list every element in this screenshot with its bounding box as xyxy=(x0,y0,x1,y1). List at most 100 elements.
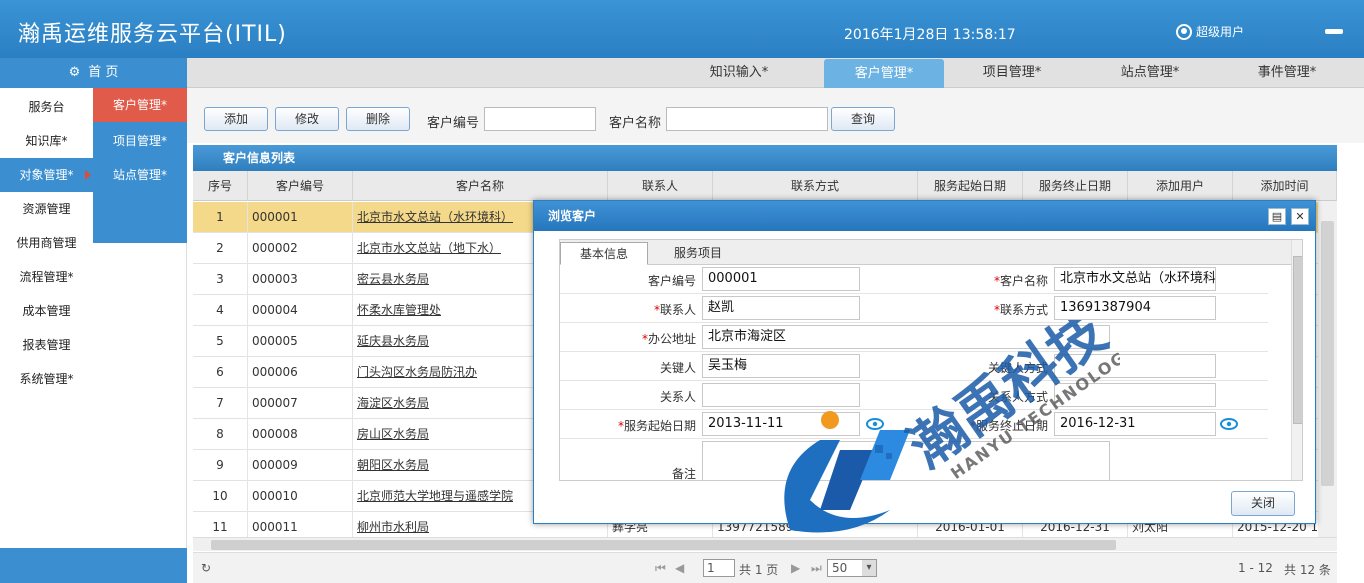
grid-vertical-scrollbar[interactable] xyxy=(1318,201,1337,537)
home-label: 首 页 xyxy=(88,65,119,80)
cell-index: 3 xyxy=(193,264,248,295)
relation-contact-field[interactable] xyxy=(1054,383,1216,407)
scroll-thumb[interactable] xyxy=(1321,221,1334,486)
minimize-icon[interactable] xyxy=(1325,29,1343,34)
last-page-icon[interactable]: ⏭ xyxy=(811,561,822,576)
cell-index: 6 xyxy=(193,357,248,388)
phone-field[interactable]: 13691387904 xyxy=(1054,296,1216,320)
col-header-phone[interactable]: 联系方式 xyxy=(713,171,918,201)
sidebar-item-resource[interactable]: 资源管理 xyxy=(0,192,93,226)
note-field[interactable] xyxy=(702,441,1110,480)
tab-knowledge-input[interactable]: 知识输入* xyxy=(684,58,794,88)
app-header: 瀚禹运维服务云平台(ITIL) 2016年1月28日 13:58:17 超级用户 xyxy=(0,0,1364,58)
cell-code: 000009 xyxy=(248,450,353,481)
customer-code-input[interactable] xyxy=(484,107,596,131)
page-input[interactable]: 1 xyxy=(703,559,735,577)
sidebar-item-process[interactable]: 流程管理* xyxy=(0,260,93,294)
tab-event-management[interactable]: 事件管理* xyxy=(1232,58,1342,88)
customer-code-label: 客户编号 xyxy=(427,116,480,131)
query-button[interactable]: 查询 xyxy=(831,107,895,131)
customer-name-input[interactable] xyxy=(666,107,828,131)
sidebar-item-object-management[interactable]: 对象管理* xyxy=(0,158,93,192)
header-datetime: 2016年1月28日 13:58:17 xyxy=(844,27,1016,43)
view-customer-dialog: 浏览客户 ▤ ✕ 基本信息 服务项目 客户编号 000001 *客户名称 北京市… xyxy=(533,200,1316,524)
sidebar-footer xyxy=(0,548,187,583)
eye-icon[interactable] xyxy=(866,418,884,430)
cell-code: 000007 xyxy=(248,388,353,419)
sidebar-item-report[interactable]: 报表管理 xyxy=(0,328,93,362)
scroll-thumb[interactable] xyxy=(1293,256,1302,424)
sidebar-item-knowledge[interactable]: 知识库* xyxy=(0,124,93,158)
form-row: 客户编号 000001 *客户名称 北京市水文总站（水环境科） xyxy=(560,265,1268,294)
page-range: 1 - 12 xyxy=(1238,561,1273,575)
subitem-project[interactable]: 项目管理* xyxy=(93,124,187,158)
prev-page-icon[interactable]: ◀ xyxy=(675,561,684,575)
page-total: 共 1 页 xyxy=(739,563,779,577)
col-header-start-date[interactable]: 服务起始日期 xyxy=(918,171,1023,201)
add-button[interactable]: 添加 xyxy=(204,107,268,131)
col-header-name[interactable]: 客户名称 xyxy=(353,171,608,201)
cell-code: 000006 xyxy=(248,357,353,388)
customer-name-label: 客户名称 xyxy=(609,116,662,131)
name-field[interactable]: 北京市水文总站（水环境科） xyxy=(1054,267,1216,291)
home-icon: ⚙ xyxy=(68,65,81,80)
cell-index: 4 xyxy=(193,295,248,326)
key-person-field[interactable]: 吴玉梅 xyxy=(702,354,860,378)
relation-field[interactable] xyxy=(702,383,860,407)
end-date-field[interactable]: 2016-12-31 xyxy=(1054,412,1216,436)
dialog-title: 浏览客户 xyxy=(534,201,1315,231)
page-size-select[interactable]: 50 xyxy=(827,559,877,577)
tab-customer-management[interactable]: 客户管理* xyxy=(824,59,944,89)
sidebar-item-system[interactable]: 系统管理* xyxy=(0,362,93,396)
dialog-scrollbar[interactable] xyxy=(1291,240,1302,480)
cell-index: 1 xyxy=(193,202,248,233)
subitem-site[interactable]: 站点管理* xyxy=(93,158,187,192)
sidebar-item-cost[interactable]: 成本管理 xyxy=(0,294,93,328)
tab-basic-info[interactable]: 基本信息 xyxy=(560,242,648,265)
subitem-customer[interactable]: 客户管理* xyxy=(93,88,187,122)
col-header-end-date[interactable]: 服务终止日期 xyxy=(1023,171,1128,201)
cell-code: 000001 xyxy=(248,202,353,233)
grid-horizontal-scrollbar[interactable] xyxy=(193,537,1337,551)
close-button[interactable]: 关闭 xyxy=(1231,491,1295,516)
col-header-add-time[interactable]: 添加时间 xyxy=(1233,171,1337,201)
code-field[interactable]: 000001 xyxy=(702,267,860,291)
tab-bar: 知识输入* 客户管理* 项目管理* 站点管理* 事件管理* xyxy=(187,58,1364,89)
first-page-icon[interactable]: ⏮ xyxy=(655,561,666,576)
form-row: *服务起始日期 2013-11-11 *服务终止日期 2016-12-31 xyxy=(560,410,1268,439)
maximize-icon[interactable]: ▤ xyxy=(1268,208,1286,225)
user-menu[interactable]: 超级用户 xyxy=(1176,23,1244,40)
col-header-code[interactable]: 客户编号 xyxy=(248,171,353,201)
refresh-icon[interactable]: ↻ xyxy=(201,561,211,575)
form-row: 关系人 关系人方式 xyxy=(560,381,1268,410)
edit-button[interactable]: 修改 xyxy=(275,107,339,131)
tab-site-management[interactable]: 站点管理* xyxy=(1095,58,1205,88)
code-label: 客户编号 xyxy=(647,274,696,288)
cell-code: 000008 xyxy=(248,419,353,450)
scroll-thumb[interactable] xyxy=(211,540,1116,550)
tab-project-management[interactable]: 项目管理* xyxy=(957,58,1067,88)
start-date-field[interactable]: 2013-11-11 xyxy=(702,412,860,436)
col-header-contact[interactable]: 联系人 xyxy=(608,171,713,201)
user-icon xyxy=(1176,23,1192,40)
address-field[interactable]: 北京市海淀区 xyxy=(702,325,1110,349)
contact-field[interactable]: 赵凯 xyxy=(702,296,860,320)
next-page-icon[interactable]: ▶ xyxy=(791,561,800,575)
cell-index: 7 xyxy=(193,388,248,419)
col-header-add-user[interactable]: 添加用户 xyxy=(1128,171,1233,201)
end-date-label: *服务终止日期 xyxy=(969,419,1048,433)
key-person-contact-field[interactable] xyxy=(1054,354,1216,378)
sidebar-item-supplier[interactable]: 供用商管理 xyxy=(0,226,93,260)
tab-service-items[interactable]: 服务项目 xyxy=(654,242,742,265)
pager: ↻ ⏮ ◀ 1 共 1 页 ▶ ⏭ 50 1 - 12 共 12 条 xyxy=(193,552,1337,583)
note-label: 备注 xyxy=(671,467,696,481)
user-name: 超级用户 xyxy=(1196,25,1245,39)
cell-code: 000011 xyxy=(248,512,353,537)
col-header-index[interactable]: 序号 xyxy=(193,171,248,201)
home-button[interactable]: ⚙ 首 页 xyxy=(0,58,187,88)
close-icon[interactable]: ✕ xyxy=(1291,208,1309,225)
eye-icon[interactable] xyxy=(1220,418,1238,430)
delete-button[interactable]: 删除 xyxy=(346,107,410,131)
sidebar: 服务台 知识库* 对象管理* 资源管理 供用商管理 流程管理* 成本管理 报表管… xyxy=(0,88,187,583)
sidebar-item-service-desk[interactable]: 服务台 xyxy=(0,90,93,124)
